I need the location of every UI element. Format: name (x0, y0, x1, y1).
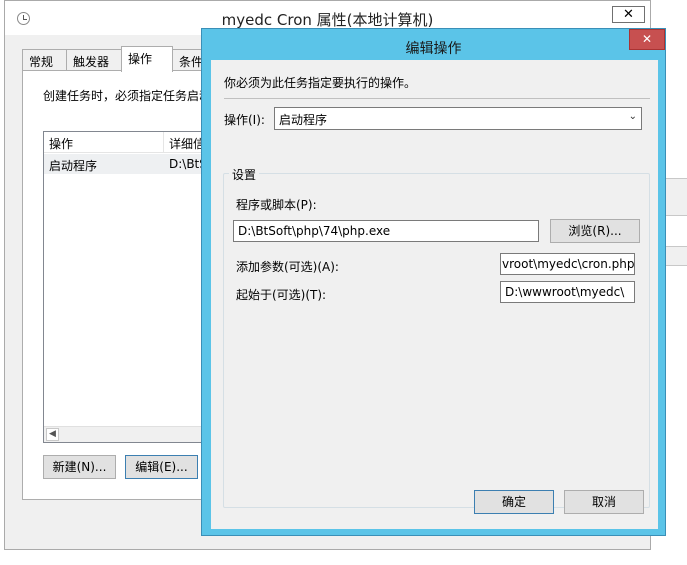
divider (224, 98, 650, 99)
hint-text: 创建任务时，必须指定任务启动 (43, 89, 212, 103)
settings-group-label: 设置 (229, 166, 260, 183)
tab-general[interactable]: 常规 (22, 49, 67, 71)
tab-actions[interactable]: 操作 (121, 46, 173, 72)
action-select[interactable]: 启动程序 ⌄ (274, 107, 642, 130)
new-action-button[interactable]: 新建(N)... (43, 455, 116, 479)
action-label: 操作(I): (224, 113, 265, 127)
instruction-text: 你必须为此任务指定要执行的操作。 (224, 76, 417, 90)
chevron-down-icon: ⌄ (628, 111, 637, 122)
action-select-value: 启动程序 (279, 113, 328, 127)
close-button[interactable]: ✕ (612, 6, 645, 23)
dialog-body: 你必须为此任务指定要执行的操作。 操作(I): 启动程序 ⌄ 设置 程序或脚本(… (211, 60, 658, 529)
cancel-button[interactable]: 取消 (564, 490, 644, 514)
start-in-label: 起始于(可选)(T): (236, 288, 327, 302)
program-label: 程序或脚本(P): (236, 198, 317, 212)
dialog-close-button[interactable]: ✕ (629, 29, 665, 50)
edit-action-button[interactable]: 编辑(E)... (125, 455, 198, 479)
ok-button[interactable]: 确定 (474, 490, 554, 514)
dialog-title: 编辑操作 (405, 41, 462, 57)
tab-triggers[interactable]: 触发器 (66, 49, 123, 71)
browse-button[interactable]: 浏览(R)... (550, 219, 640, 243)
edit-action-dialog: 编辑操作 ✕ 你必须为此任务指定要执行的操作。 操作(I): 启动程序 ⌄ 设置… (201, 28, 666, 536)
program-input[interactable]: D:\BtSoft\php\74\php.exe (233, 220, 539, 242)
window-title: myedc Cron 属性(本地计算机) (221, 11, 434, 29)
arguments-input[interactable]: vroot\myedc\cron.php (500, 253, 635, 275)
column-header-action[interactable]: 操作 (44, 132, 164, 153)
arguments-label: 添加参数(可选)(A): (236, 260, 339, 274)
list-item-action: 启动程序 (49, 159, 98, 173)
settings-group: 设置 程序或脚本(P): D:\BtSoft\php\74\php.exe 浏览… (223, 166, 650, 508)
scroll-left-icon[interactable]: ◀ (46, 428, 59, 441)
start-in-input[interactable]: D:\wwwroot\myedc\ (500, 281, 635, 303)
